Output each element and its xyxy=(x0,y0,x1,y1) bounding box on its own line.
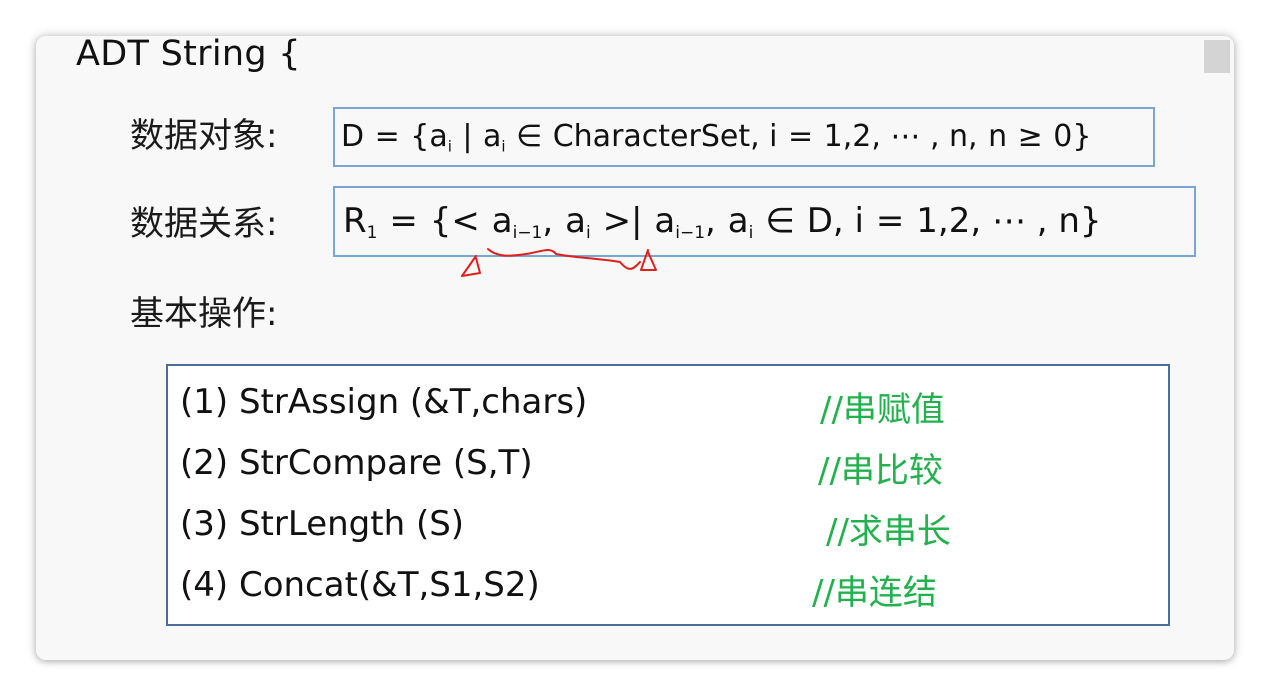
operation-comment: //串连结 xyxy=(812,573,937,613)
formula-symbol: 0} xyxy=(1053,118,1092,154)
formula-symbol: a xyxy=(565,200,586,241)
slide-card: ADT String { 数据对象: D = {ai | ai ∈ CharacterSet… xyxy=(36,36,1234,660)
operation-signature: (4) Concat(&T,S1,S2) xyxy=(180,565,540,605)
formula-symbol: ∈ xyxy=(516,118,543,154)
formula-symbol: = xyxy=(788,118,814,154)
operation-comment: //求串长 xyxy=(826,512,951,552)
operation-signature: (3) StrLength (S) xyxy=(180,504,465,544)
annotation-triangle-left xyxy=(461,255,481,277)
operation-row: (1) StrAssign (&T,chars) //串赋值 xyxy=(180,382,1140,430)
operation-signature: (2) StrCompare (S,T) xyxy=(180,443,533,483)
formula-subscript: i xyxy=(748,222,754,243)
formula-symbol: = xyxy=(389,200,418,241)
formula-text: D = {ai | ai ∈ CharacterSet, i = 1,2, ⋯ , n, n ≥0} xyxy=(341,119,1091,155)
operation-comment: //串比较 xyxy=(818,451,943,491)
formula-symbol: D xyxy=(341,118,365,154)
operations-label: 基本操作: xyxy=(130,294,278,334)
data-relation-formula: R1 = {< ai−1, ai >| ai−1, ai ∈ D, i = 1,2, ⋯ , n} xyxy=(333,186,1196,257)
formula-symbol: ≥ xyxy=(1017,118,1043,154)
operation-row: (3) StrLength (S) //求串长 xyxy=(180,504,1140,552)
formula-subscript: i xyxy=(447,137,452,156)
formula-symbol: R xyxy=(343,200,367,241)
formula-symbol: n xyxy=(988,118,1008,154)
formula-symbol: CharacterSet, i xyxy=(552,118,778,154)
formula-symbol: 1,2, ⋯ , n, xyxy=(823,118,978,154)
formula-symbol: >| xyxy=(602,200,643,241)
data-object-formula: D = {ai | ai ∈ CharacterSet, i = 1,2, ⋯ , n, n ≥0} xyxy=(333,107,1155,167)
formula-symbol: {< xyxy=(429,200,480,241)
formula-symbol: = xyxy=(374,118,400,154)
formula-subscript: i xyxy=(585,222,591,243)
page-frame: ADT String { 数据对象: D = {ai | ai ∈ CharacterSet… xyxy=(0,0,1270,696)
formula-symbol: a xyxy=(727,200,749,241)
operations-box: (1) StrAssign (&T,chars) //串赋值 (2) StrCo… xyxy=(166,364,1170,626)
formula-text: R1 = {< ai−1, ai >| ai−1, ai ∈ D, i = 1,2, ⋯ , n} xyxy=(343,201,1102,243)
scrollbar-thumb[interactable] xyxy=(1204,40,1230,73)
formula-symbol: 1,2, ⋯ , n} xyxy=(916,200,1102,241)
formula-symbol: a xyxy=(654,200,676,241)
operation-signature: (1) StrAssign (&T,chars) xyxy=(180,382,588,422)
formula-symbol: {a xyxy=(410,118,448,154)
formula-symbol: a xyxy=(491,200,513,241)
formula-symbol: ∈ xyxy=(765,200,795,241)
formula-subscript: i−1 xyxy=(675,222,706,243)
operation-row: (4) Concat(&T,S1,S2) //串连结 xyxy=(180,565,1140,613)
formula-subscript: i xyxy=(501,137,506,156)
formula-symbol: D, i xyxy=(806,200,864,241)
formula-symbol: , xyxy=(705,200,716,241)
formula-symbol: a xyxy=(483,118,502,154)
formula-subscript: 1 xyxy=(366,222,378,243)
formula-symbol: , xyxy=(542,200,554,241)
formula-symbol: | xyxy=(462,118,473,154)
formula-symbol: = xyxy=(875,200,905,241)
operation-comment: //串赋值 xyxy=(820,390,945,430)
data-object-label: 数据对象: xyxy=(130,116,278,156)
adt-title: ADT String { xyxy=(76,36,301,74)
operation-row: (2) StrCompare (S,T) //串比较 xyxy=(180,443,1140,491)
formula-subscript: i−1 xyxy=(512,222,543,243)
data-relation-label: 数据关系: xyxy=(130,204,278,244)
